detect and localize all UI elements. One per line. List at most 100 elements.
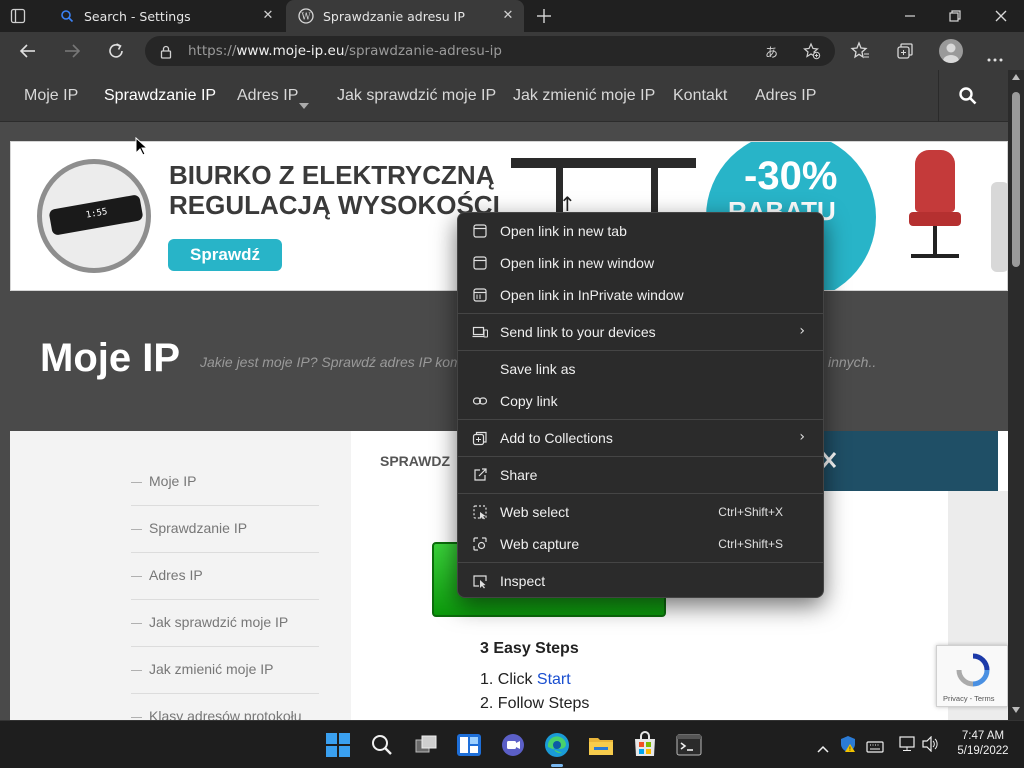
page-scrollbar[interactable]: [1008, 70, 1024, 720]
url-text: https://www.moje-ip.eu/sprawdzanie-adres…: [188, 43, 503, 59]
teams-chat-icon[interactable]: [498, 730, 528, 760]
web-select-icon: [473, 505, 487, 520]
read-aloud-icon[interactable]: あ: [765, 42, 778, 61]
link-icon: [472, 397, 488, 405]
lock-icon[interactable]: [159, 44, 173, 59]
new-tab-icon: [473, 224, 487, 238]
taskbar: ! 7:47 AM 5/19/2022: [0, 720, 1024, 768]
chevron-up-icon[interactable]: [817, 738, 829, 757]
close-icon[interactable]: ✕: [260, 8, 276, 24]
scrollbar-thumb[interactable]: [1012, 92, 1020, 267]
mouse-cursor: [135, 137, 149, 156]
system-clock[interactable]: 7:47 AM 5/19/2022: [950, 729, 1016, 759]
chevron-right-icon: ›: [799, 429, 805, 445]
close-window-button[interactable]: [993, 8, 1009, 24]
chevron-down-icon: [299, 94, 309, 113]
windows-start-icon[interactable]: [323, 730, 353, 760]
menu-item-copy-link[interactable]: Copy link: [462, 386, 819, 416]
tab-strip: Search - Settings ✕ W Sprawdzanie adresu…: [0, 0, 1024, 32]
profile-avatar[interactable]: [939, 39, 963, 63]
search-icon: [959, 87, 977, 105]
menu-item-open-inprivate[interactable]: Open link in InPrivate window: [462, 280, 819, 310]
sidebar-item-klasy[interactable]: Klasy adresów protokołu: [131, 694, 319, 720]
tab-title: Search - Settings: [84, 9, 191, 24]
step-1: 1. Click Start: [480, 671, 571, 688]
favorites-icon[interactable]: [850, 41, 870, 61]
minimize-button[interactable]: [902, 8, 918, 24]
task-view-icon[interactable]: [411, 730, 441, 760]
menu-item-web-capture[interactable]: Web capture Ctrl+Shift+S: [462, 529, 819, 559]
file-explorer-icon[interactable]: [586, 730, 616, 760]
nav-item-jak-sprawdzic[interactable]: Jak sprawdzić moje IP: [337, 87, 496, 105]
tab-actions-icon[interactable]: [10, 8, 26, 24]
sidebar-item-jak-sprawdzic[interactable]: Jak sprawdzić moje IP: [131, 600, 319, 647]
banner-headline: BIURKO Z ELEKTRYCZNĄ REGULACJĄ WYSOKOŚCI: [169, 160, 500, 220]
more-options-icon[interactable]: [986, 48, 1004, 62]
back-button[interactable]: [18, 41, 38, 61]
refresh-button[interactable]: [106, 41, 126, 61]
recaptcha-badge[interactable]: Privacy - Terms: [936, 645, 1008, 707]
collections-icon[interactable]: [895, 41, 915, 61]
nav-item-moje-ip[interactable]: Moje IP: [24, 87, 78, 105]
chevron-right-icon: ›: [799, 323, 805, 339]
menu-item-inspect[interactable]: Inspect: [462, 566, 819, 596]
terminal-icon[interactable]: [674, 730, 704, 760]
start-link[interactable]: Start: [537, 671, 571, 688]
nav-item-adres-ip-2[interactable]: Adres IP: [755, 87, 816, 105]
menu-item-share[interactable]: Share: [462, 460, 819, 490]
tab-search-settings[interactable]: Search - Settings ✕: [48, 0, 284, 32]
close-icon[interactable]: ✕: [500, 8, 516, 24]
menu-item-open-new-window[interactable]: Open link in new window: [462, 248, 819, 278]
sidebar-menu: Moje IP Sprawdzanie IP Adres IP Jak spra…: [10, 431, 351, 720]
step-2: 2. Follow Steps: [480, 695, 590, 712]
search-icon[interactable]: [367, 730, 397, 760]
sidebar-item-sprawdzanie-ip[interactable]: Sprawdzanie IP: [131, 506, 319, 553]
page-title: Moje IP: [40, 336, 181, 380]
inprivate-icon: [473, 288, 487, 302]
sidebar-item-moje-ip[interactable]: Moje IP: [131, 459, 319, 506]
menu-item-send-to-devices[interactable]: Send link to your devices ›: [462, 317, 819, 347]
security-warning-icon[interactable]: !: [840, 735, 856, 757]
new-window-icon: [473, 256, 487, 270]
sidebar-item-jak-zmienic[interactable]: Jak zmienić moje IP: [131, 647, 319, 694]
page-subtitle-end: innych..: [828, 354, 877, 370]
volume-icon[interactable]: [922, 735, 940, 756]
desk-controller-image: 1:55: [37, 159, 151, 273]
site-search-button[interactable]: [938, 70, 1008, 122]
menu-item-save-link-as[interactable]: Save link as: [462, 354, 819, 384]
edge-icon[interactable]: [542, 730, 572, 767]
address-bar[interactable]: https://www.moje-ip.eu/sprawdzanie-adres…: [145, 36, 835, 66]
collections-icon: [472, 431, 487, 446]
banner-check-button[interactable]: Sprawdź: [168, 239, 282, 271]
svg-text:!: !: [849, 746, 851, 753]
recaptcha-icon: [956, 653, 990, 687]
restore-button[interactable]: [947, 8, 963, 24]
menu-item-add-to-collections[interactable]: Add to Collections ›: [462, 423, 819, 453]
add-favorite-icon[interactable]: [803, 42, 821, 60]
sidebar-item-adres-ip[interactable]: Adres IP: [131, 553, 319, 600]
wordpress-icon: W: [298, 8, 314, 24]
steps-title: 3 Easy Steps: [480, 640, 579, 657]
new-tab-button[interactable]: [534, 6, 554, 26]
browser-toolbar: https://www.moje-ip.eu/sprawdzanie-adres…: [0, 32, 1024, 70]
page-subtitle: Jakie jest moje IP? Sprawdź adres IP kom: [200, 354, 462, 370]
menu-item-web-select[interactable]: Web select Ctrl+Shift+X: [462, 497, 819, 527]
store-icon[interactable]: [630, 730, 660, 760]
tab-sprawdz[interactable]: SPRAWDZ: [351, 431, 461, 491]
inspect-icon: [473, 575, 487, 589]
site-nav: Moje IP Sprawdzanie IP Adres IP Jak spra…: [0, 70, 1008, 122]
tab-sprawdzanie[interactable]: W Sprawdzanie adresu IP ✕: [286, 0, 524, 32]
search-icon: [60, 9, 74, 23]
widgets-icon[interactable]: [454, 730, 484, 760]
display-icon[interactable]: [899, 736, 917, 756]
forward-button[interactable]: [62, 41, 82, 61]
keyboard-icon[interactable]: [866, 738, 884, 757]
nav-item-jak-zmienic[interactable]: Jak zmienić moje IP: [513, 87, 655, 105]
nav-item-sprawdzanie-ip[interactable]: Sprawdzanie IP: [104, 87, 216, 105]
desk-display: 1:55: [85, 207, 109, 221]
devices-icon: [472, 326, 488, 338]
menu-item-open-new-tab[interactable]: Open link in new tab: [462, 216, 819, 246]
nav-item-kontakt[interactable]: Kontakt: [673, 87, 727, 105]
nav-item-adres-ip[interactable]: Adres IP: [237, 87, 298, 105]
chair-image: [901, 150, 981, 280]
